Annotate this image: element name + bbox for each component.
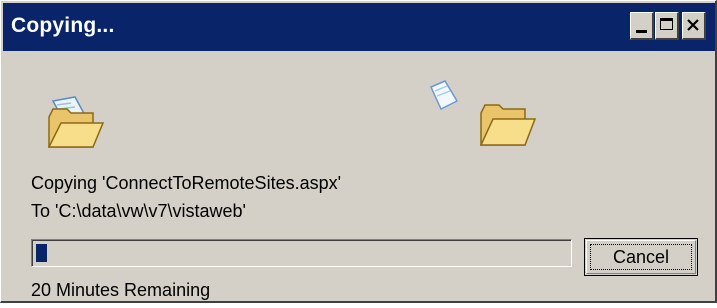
title-bar[interactable]: Copying... [3, 3, 715, 51]
copy-progress-bar [31, 239, 572, 267]
destination-path-text: To 'C:\data\vw\v7\vistaweb' [31, 201, 246, 221]
source-folder-icon [47, 96, 105, 148]
maximize-button[interactable] [655, 12, 679, 40]
destination-folder-icon [479, 104, 537, 146]
window-title: Copying... [11, 14, 115, 37]
copying-file-text: Copying 'ConnectToRemoteSites.aspx' [31, 173, 342, 193]
maximize-icon [660, 18, 673, 30]
time-remaining-text: 20 Minutes Remaining [31, 280, 211, 300]
progress-track [36, 244, 567, 262]
copy-progress-dialog: Copying... Copying 'ConnectToRemoteSites… [0, 0, 717, 303]
minimize-button[interactable] [630, 12, 654, 40]
close-icon [687, 19, 699, 31]
minimize-icon [636, 30, 647, 33]
paper-document-icon [430, 80, 459, 111]
progress-fill [36, 244, 47, 262]
close-button[interactable] [682, 12, 706, 40]
cancel-button-label: Cancel [612, 247, 670, 267]
cancel-button[interactable]: Cancel [584, 238, 698, 276]
